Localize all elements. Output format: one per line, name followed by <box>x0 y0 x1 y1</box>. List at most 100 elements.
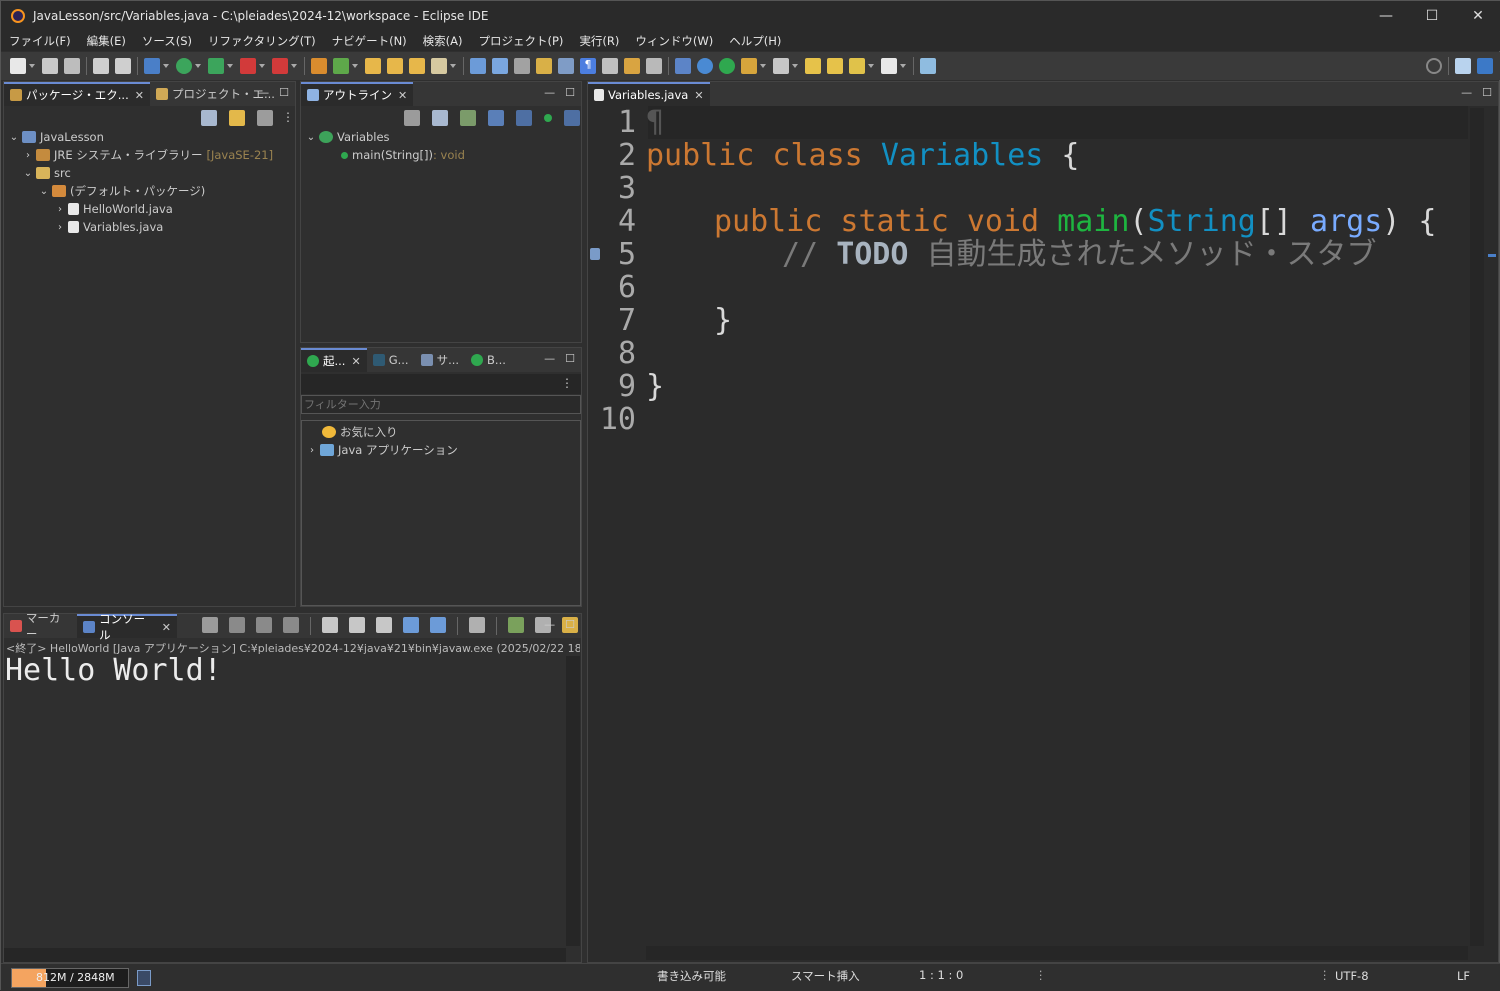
chevron-right-icon[interactable]: › <box>54 204 66 215</box>
menu-project[interactable]: プロジェクト(P) <box>471 33 572 49</box>
open-perspective-small-icon[interactable] <box>920 58 936 74</box>
collapse-all-icon[interactable] <box>201 110 217 126</box>
console-vertical-scrollbar[interactable] <box>566 656 580 946</box>
scroll-lock-console-icon[interactable] <box>349 617 365 633</box>
search-icon[interactable] <box>1426 58 1442 74</box>
menu-search[interactable]: 検索(A) <box>415 33 471 49</box>
editor-vertical-scrollbar[interactable] <box>1470 108 1484 946</box>
link-with-editor-icon[interactable] <box>229 110 245 126</box>
close-button[interactable]: ✕ <box>1455 1 1500 31</box>
chevron-right-icon[interactable]: › <box>306 445 318 456</box>
previous-annotation-icon[interactable] <box>624 58 640 74</box>
tree-node-jre[interactable]: › JRE システム・ライブラリー [JavaSE-21] <box>4 146 295 164</box>
minimize-view-icon[interactable]: — <box>544 618 555 631</box>
tab-package-explorer[interactable]: パッケージ・エク... ✕ <box>4 82 150 106</box>
menu-refactor[interactable]: リファクタリング(T) <box>200 33 324 49</box>
last-edit-icon[interactable] <box>773 58 789 74</box>
outline-method-node[interactable]: main(String[]) : void <box>301 146 581 164</box>
maximize-view-icon[interactable]: ☐ <box>1482 86 1492 99</box>
forward-dropdown-icon[interactable] <box>900 64 906 68</box>
tree-node-favorites[interactable]: お気に入り <box>302 423 580 441</box>
minimize-button[interactable]: — <box>1363 1 1409 31</box>
minimize-view-icon[interactable]: — <box>1461 86 1472 99</box>
heap-status[interactable]: 812M / 2848M <box>11 968 129 988</box>
coverage-icon[interactable] <box>208 58 224 74</box>
filter-input[interactable] <box>301 395 581 414</box>
maximize-view-icon[interactable]: ☐ <box>565 352 575 365</box>
back-dropdown-icon[interactable] <box>868 64 874 68</box>
maximize-button[interactable]: ☐ <box>1409 1 1455 31</box>
show-on-stdout-icon[interactable] <box>403 617 419 633</box>
clear-console-icon[interactable] <box>322 617 338 633</box>
minimize-view-icon[interactable]: — <box>544 86 555 99</box>
tab-markers[interactable]: マーカー <box>4 611 77 641</box>
start-server-icon[interactable] <box>719 58 735 74</box>
save-all-icon[interactable] <box>64 58 80 74</box>
tab-gradle[interactable]: G... <box>367 348 415 372</box>
display-console-icon[interactable] <box>508 617 524 633</box>
undo-icon[interactable] <box>93 58 109 74</box>
insert-mode-status[interactable]: スマート挿入 <box>791 968 860 984</box>
pin-editor-icon[interactable] <box>646 58 662 74</box>
new-class-dropdown-icon[interactable] <box>352 64 358 68</box>
show-whitespace-icon[interactable]: ¶ <box>580 58 596 74</box>
search-file-icon[interactable] <box>409 58 425 74</box>
debug-icon[interactable] <box>144 58 160 74</box>
new-icon[interactable] <box>10 58 26 74</box>
overview-ruler-marker[interactable] <box>1488 254 1496 257</box>
tree-node-variables[interactable]: › Variables.java <box>4 218 295 236</box>
garbage-collect-icon[interactable] <box>137 970 151 986</box>
stop-dropdown-icon[interactable] <box>259 64 265 68</box>
highlight-dropdown-icon[interactable] <box>450 64 456 68</box>
save-icon[interactable] <box>42 58 58 74</box>
coverage-dropdown-icon[interactable] <box>227 64 233 68</box>
tree-node-default-package[interactable]: ⌄ (デフォルト・パッケージ) <box>4 182 295 200</box>
status-menu-icon[interactable]: ⋮ <box>1319 968 1331 982</box>
chevron-down-icon[interactable]: ⌄ <box>22 168 34 179</box>
status-menu-icon[interactable]: ⋮ <box>1035 968 1047 982</box>
chevron-down-icon[interactable]: ⌄ <box>8 132 20 143</box>
chevron-down-icon[interactable]: ⌄ <box>38 186 50 197</box>
console-horizontal-scrollbar[interactable] <box>4 948 566 962</box>
filters-icon[interactable] <box>257 110 273 126</box>
view-menu-icon[interactable]: ⋮ <box>561 376 573 390</box>
tab-console[interactable]: コンソール ✕ <box>77 612 177 642</box>
next-annotation-icon[interactable] <box>602 58 618 74</box>
hide-non-public-icon[interactable] <box>544 114 552 122</box>
menu-file[interactable]: ファイル(F) <box>1 33 79 49</box>
terminate-icon[interactable] <box>229 617 245 633</box>
last-edit-dropdown-icon[interactable] <box>792 64 798 68</box>
chevron-down-icon[interactable]: ⌄ <box>305 132 317 143</box>
line-ending-status[interactable]: LF <box>1457 969 1470 983</box>
debug-dropdown-icon[interactable] <box>163 64 169 68</box>
back-edit-icon[interactable] <box>805 58 821 74</box>
new-dropdown-icon[interactable] <box>29 64 35 68</box>
minimize-view-icon[interactable]: — <box>258 86 269 99</box>
scroll-lock-icon[interactable] <box>202 617 218 633</box>
open-type-icon[interactable] <box>365 58 381 74</box>
toggle-word-wrap-icon[interactable] <box>558 58 574 74</box>
back-arrow-icon[interactable] <box>849 58 865 74</box>
show-on-stderr-icon[interactable] <box>430 617 446 633</box>
open-perspective-icon[interactable] <box>1455 58 1471 74</box>
tree-node-helloworld[interactable]: › HelloWorld.java <box>4 200 295 218</box>
console-icon[interactable] <box>675 58 691 74</box>
menu-help[interactable]: ヘルプ(H) <box>721 33 789 49</box>
external-tools-dropdown-icon[interactable] <box>291 64 297 68</box>
tab-variables-java[interactable]: Variables.java ✕ <box>588 82 710 106</box>
chevron-right-icon[interactable]: › <box>22 150 34 161</box>
remove-all-launches-icon[interactable] <box>283 617 299 633</box>
redo-icon[interactable] <box>115 58 131 74</box>
external-tools-icon[interactable] <box>272 58 288 74</box>
run-icon[interactable] <box>176 58 192 74</box>
close-tab-icon[interactable]: ✕ <box>162 621 171 634</box>
tree-node-java-app[interactable]: › Java アプリケーション <box>302 441 580 459</box>
forward-arrow-icon[interactable] <box>881 58 897 74</box>
maximize-view-icon[interactable]: ☐ <box>565 86 575 99</box>
tree-node-src[interactable]: ⌄ src <box>4 164 295 182</box>
outline-class-node[interactable]: ⌄ Variables <box>301 128 581 146</box>
editor-horizontal-scrollbar[interactable] <box>646 946 1468 960</box>
chevron-right-icon[interactable]: › <box>54 222 66 233</box>
tab-outline[interactable]: アウトライン ✕ <box>301 82 414 106</box>
mark-occurrences-icon[interactable] <box>492 58 508 74</box>
